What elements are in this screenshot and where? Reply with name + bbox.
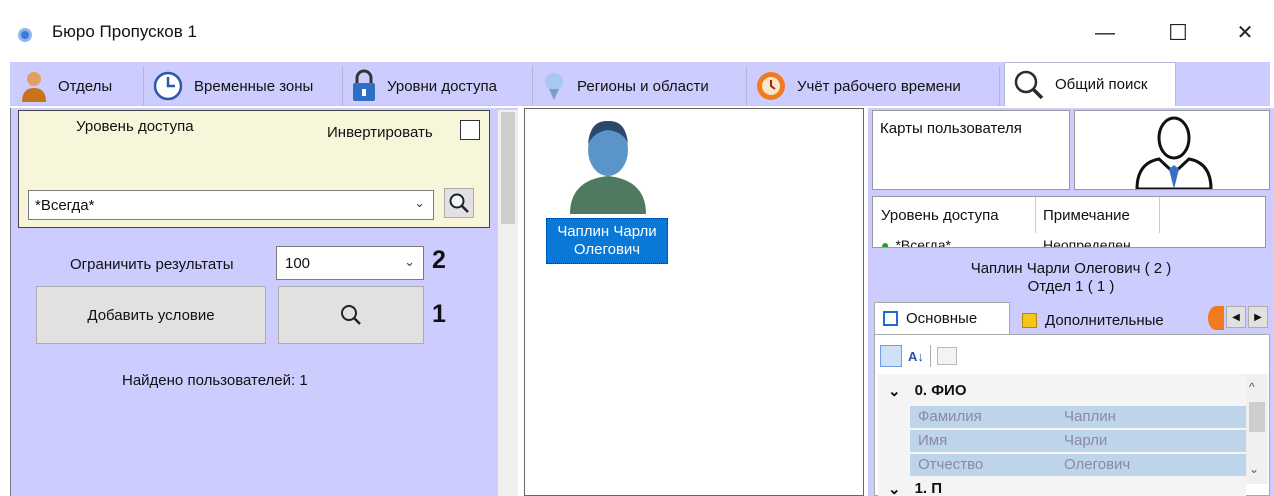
categorized-view-icon[interactable] bbox=[880, 345, 902, 367]
alarm-clock-icon bbox=[757, 72, 785, 100]
tab-regions[interactable]: Регионы и области bbox=[533, 66, 747, 106]
access-levels-table[interactable]: Уровень доступа Примечание ● *Всегда* Не… bbox=[872, 196, 1266, 248]
tab-label: Временные зоны bbox=[194, 77, 314, 95]
tab-departments[interactable]: Отделы bbox=[12, 66, 144, 106]
tab-time-zones[interactable]: Временные зоны bbox=[144, 66, 343, 106]
condition-level-label: Уровень доступа bbox=[76, 118, 194, 135]
access-col-level: Уровень доступа bbox=[881, 207, 999, 224]
selected-user-department: Отдел 1 ( 1 ) bbox=[1027, 278, 1115, 295]
access-row-note: Неопределен bbox=[1043, 237, 1131, 248]
result-user-name[interactable]: Чаплин Чарли Олегович bbox=[546, 218, 668, 264]
close-button[interactable]: ✕ bbox=[1225, 18, 1265, 48]
tab-general-search[interactable]: Общий поиск bbox=[1004, 62, 1176, 106]
limit-results-select[interactable]: 100 ⌄ bbox=[276, 246, 424, 280]
lock-icon bbox=[353, 69, 375, 101]
app-icon bbox=[18, 28, 32, 42]
callout-1: 1 bbox=[432, 300, 446, 328]
person-icon bbox=[22, 72, 46, 102]
access-level-lookup-button[interactable] bbox=[444, 188, 474, 218]
window-title: Бюро Пропусков 1 bbox=[52, 22, 197, 41]
property-row[interactable]: Имя Чарли bbox=[910, 430, 1246, 452]
tab-access-levels[interactable]: Уровни доступа bbox=[343, 66, 533, 106]
add-condition-button[interactable]: Добавить условие bbox=[36, 286, 266, 344]
add-condition-label: Добавить условие bbox=[87, 306, 215, 324]
notes-icon bbox=[1022, 312, 1037, 328]
map-pin-icon bbox=[545, 73, 563, 100]
found-users-text: Найдено пользователей: 1 bbox=[122, 372, 308, 389]
property-scrollbar[interactable]: ^ ⌄ bbox=[1246, 374, 1268, 484]
search-button[interactable] bbox=[278, 286, 424, 344]
chevron-down-icon: ⌄ bbox=[888, 481, 901, 496]
limit-results-label: Ограничить результаты bbox=[70, 256, 234, 273]
access-level-select[interactable]: *Всегда* ⌄ bbox=[28, 190, 434, 220]
access-col-note: Примечание bbox=[1043, 207, 1130, 224]
tab-label: Учёт рабочего времени bbox=[797, 77, 961, 95]
property-row[interactable]: Фамилия Чаплин bbox=[910, 406, 1246, 428]
user-avatar-icon[interactable] bbox=[566, 116, 650, 214]
search-icon bbox=[341, 305, 361, 325]
tab-scroll-right-button[interactable]: ▶ bbox=[1248, 306, 1268, 328]
access-table-row[interactable]: ● *Всегда* bbox=[881, 237, 951, 248]
tab-extra-properties[interactable]: Дополнительные bbox=[1016, 306, 1200, 334]
property-toolbar: A↓ bbox=[880, 340, 990, 372]
user-cards-header: Карты пользователя bbox=[880, 120, 1022, 137]
tab-main-properties[interactable]: Основные bbox=[874, 302, 1010, 334]
user-photo bbox=[1074, 110, 1270, 190]
scrollbar-thumb[interactable] bbox=[1249, 402, 1265, 432]
selected-user-name: Чаплин Чарли Олегович ( 2 ) bbox=[970, 260, 1172, 277]
access-level-select-value: *Всегда* bbox=[35, 196, 95, 214]
chevron-down-icon[interactable]: ⌄ bbox=[1249, 462, 1259, 476]
search-icon bbox=[1014, 70, 1044, 99]
tab-scroll-left-button[interactable]: ◀ bbox=[1226, 306, 1246, 328]
clock-icon bbox=[153, 71, 183, 101]
left-scrollbar-thumb[interactable] bbox=[501, 112, 515, 224]
lock-icon: ● bbox=[881, 237, 890, 248]
person-silhouette-icon bbox=[1135, 116, 1213, 189]
limit-results-value: 100 bbox=[285, 254, 311, 272]
property-row[interactable]: Отчество Олегович bbox=[910, 454, 1246, 476]
tab-label: Регионы и области bbox=[577, 77, 709, 95]
list-icon bbox=[883, 311, 898, 326]
tab-work-time[interactable]: Учёт рабочего времени bbox=[747, 66, 1000, 106]
maximize-button[interactable]: ☐ bbox=[1158, 18, 1198, 48]
sort-az-icon[interactable]: A↓ bbox=[908, 349, 924, 364]
chevron-up-icon[interactable]: ^ bbox=[1249, 380, 1255, 394]
minimize-button[interactable]: — bbox=[1085, 18, 1125, 48]
category-fio[interactable]: ⌄ 0. ФИО bbox=[888, 382, 967, 400]
tab-label: Общий поиск bbox=[1055, 76, 1148, 93]
chevron-down-icon: ⌄ bbox=[888, 383, 901, 400]
category-next[interactable]: ⌄ 1. П bbox=[888, 480, 942, 496]
chevron-down-icon: ⌄ bbox=[414, 195, 425, 210]
search-icon bbox=[449, 193, 469, 213]
tab-label: Уровни доступа bbox=[387, 77, 497, 95]
callout-2: 2 bbox=[432, 246, 446, 274]
tab-label: Отделы bbox=[58, 77, 113, 95]
property-pages-icon[interactable] bbox=[936, 347, 957, 365]
chevron-down-icon: ⌄ bbox=[404, 254, 415, 269]
invert-label: Инвертировать bbox=[327, 124, 433, 141]
invert-checkbox[interactable] bbox=[460, 120, 480, 140]
tab-overflow-icon bbox=[1208, 306, 1224, 330]
